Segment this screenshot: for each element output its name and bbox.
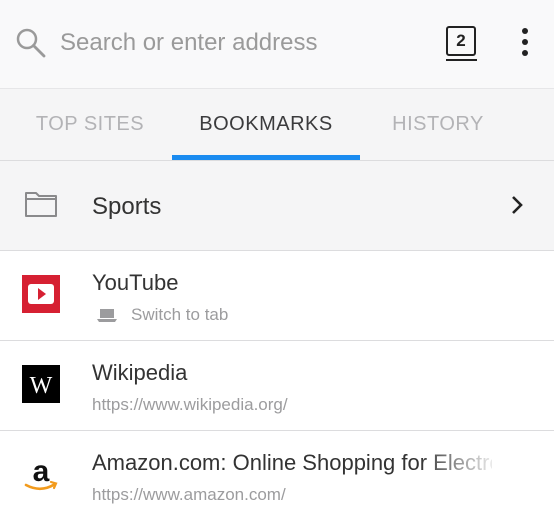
amazon-icon: a — [24, 455, 58, 491]
tab-top-sites[interactable]: TOP SITES — [0, 89, 180, 160]
svg-text:W: W — [30, 373, 53, 399]
bookmark-title: Wikipedia — [92, 360, 188, 385]
youtube-icon — [22, 275, 60, 313]
menu-dot-icon — [522, 39, 528, 45]
active-tab-indicator — [172, 155, 360, 160]
folder-icon — [25, 192, 57, 217]
tab-counter-button[interactable]: 2 — [444, 24, 480, 61]
bookmark-row-youtube[interactable]: YouTube Switch to tab — [0, 251, 554, 341]
bookmark-title: YouTube — [92, 270, 179, 295]
bookmark-url: https://www.wikipedia.org/ — [92, 395, 288, 414]
bookmark-folder-row[interactable]: Sports — [0, 161, 554, 251]
url-bar-input[interactable] — [58, 22, 432, 64]
bookmark-subtitle: Switch to tab — [131, 305, 229, 324]
menu-dot-icon — [522, 28, 528, 34]
home-panel-tabs: TOP SITES BOOKMARKS HISTORY — [0, 89, 554, 161]
bookmark-row-amazon[interactable]: a Amazon.com: Online Shopping for Electr… — [0, 431, 554, 520]
tab-history[interactable]: HISTORY — [348, 89, 528, 160]
search-icon — [16, 28, 46, 58]
chevron-right-icon — [512, 196, 523, 214]
folder-label: Sports — [92, 193, 162, 220]
bookmark-row-wikipedia[interactable]: W Wikipedia https://www.wikipedia.org/ — [0, 341, 554, 431]
bookmark-url: https://www.amazon.com/ — [92, 485, 286, 504]
svg-text:a: a — [33, 455, 50, 488]
overflow-menu-button[interactable] — [510, 24, 540, 60]
tab-count: 2 — [446, 26, 476, 56]
title-fade — [420, 441, 500, 481]
wikipedia-icon: W — [22, 365, 60, 403]
switch-to-tab-icon — [97, 309, 117, 322]
tab-bookmarks[interactable]: BOOKMARKS — [176, 89, 356, 160]
tab-counter-underline — [446, 59, 477, 61]
menu-dot-icon — [522, 50, 528, 56]
browser-toolbar: 2 — [0, 0, 554, 89]
